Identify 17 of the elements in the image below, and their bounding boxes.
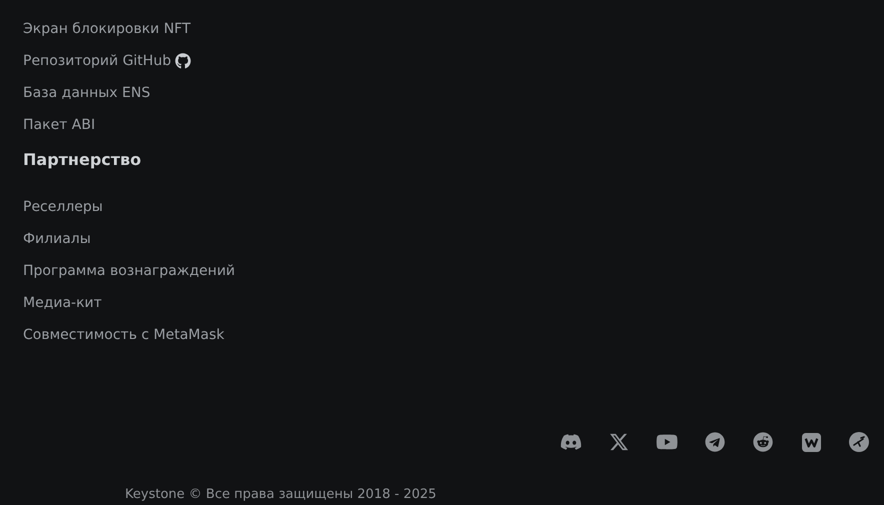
reddit-icon[interactable] [753, 432, 773, 452]
telegram-icon[interactable] [705, 432, 725, 452]
footer-link[interactable]: База данных ENS [23, 77, 150, 109]
bird-circle-icon[interactable] [849, 432, 869, 452]
footer-link[interactable]: Медиа-кит [23, 287, 102, 319]
footer-link[interactable]: Экран блокировки NFT [23, 13, 191, 45]
footer-link[interactable]: Пакет ABI [23, 109, 96, 141]
github-icon [175, 53, 192, 69]
footer-link[interactable]: Филиалы [23, 223, 91, 255]
x-icon[interactable] [609, 432, 629, 452]
w-square-icon[interactable] [802, 432, 820, 452]
copyright-text: Keystone © Все права защищены 2018 - 2025 [125, 487, 436, 502]
footer-link[interactable]: Репозиторий GitHub [23, 45, 192, 77]
footer-link[interactable]: Реселлеры [23, 191, 103, 223]
section-heading: Партнерство [23, 149, 142, 171]
footer-link[interactable]: Программа вознаграждений [23, 255, 236, 287]
footer-link[interactable]: Совместимость с MetaMask [23, 319, 224, 351]
